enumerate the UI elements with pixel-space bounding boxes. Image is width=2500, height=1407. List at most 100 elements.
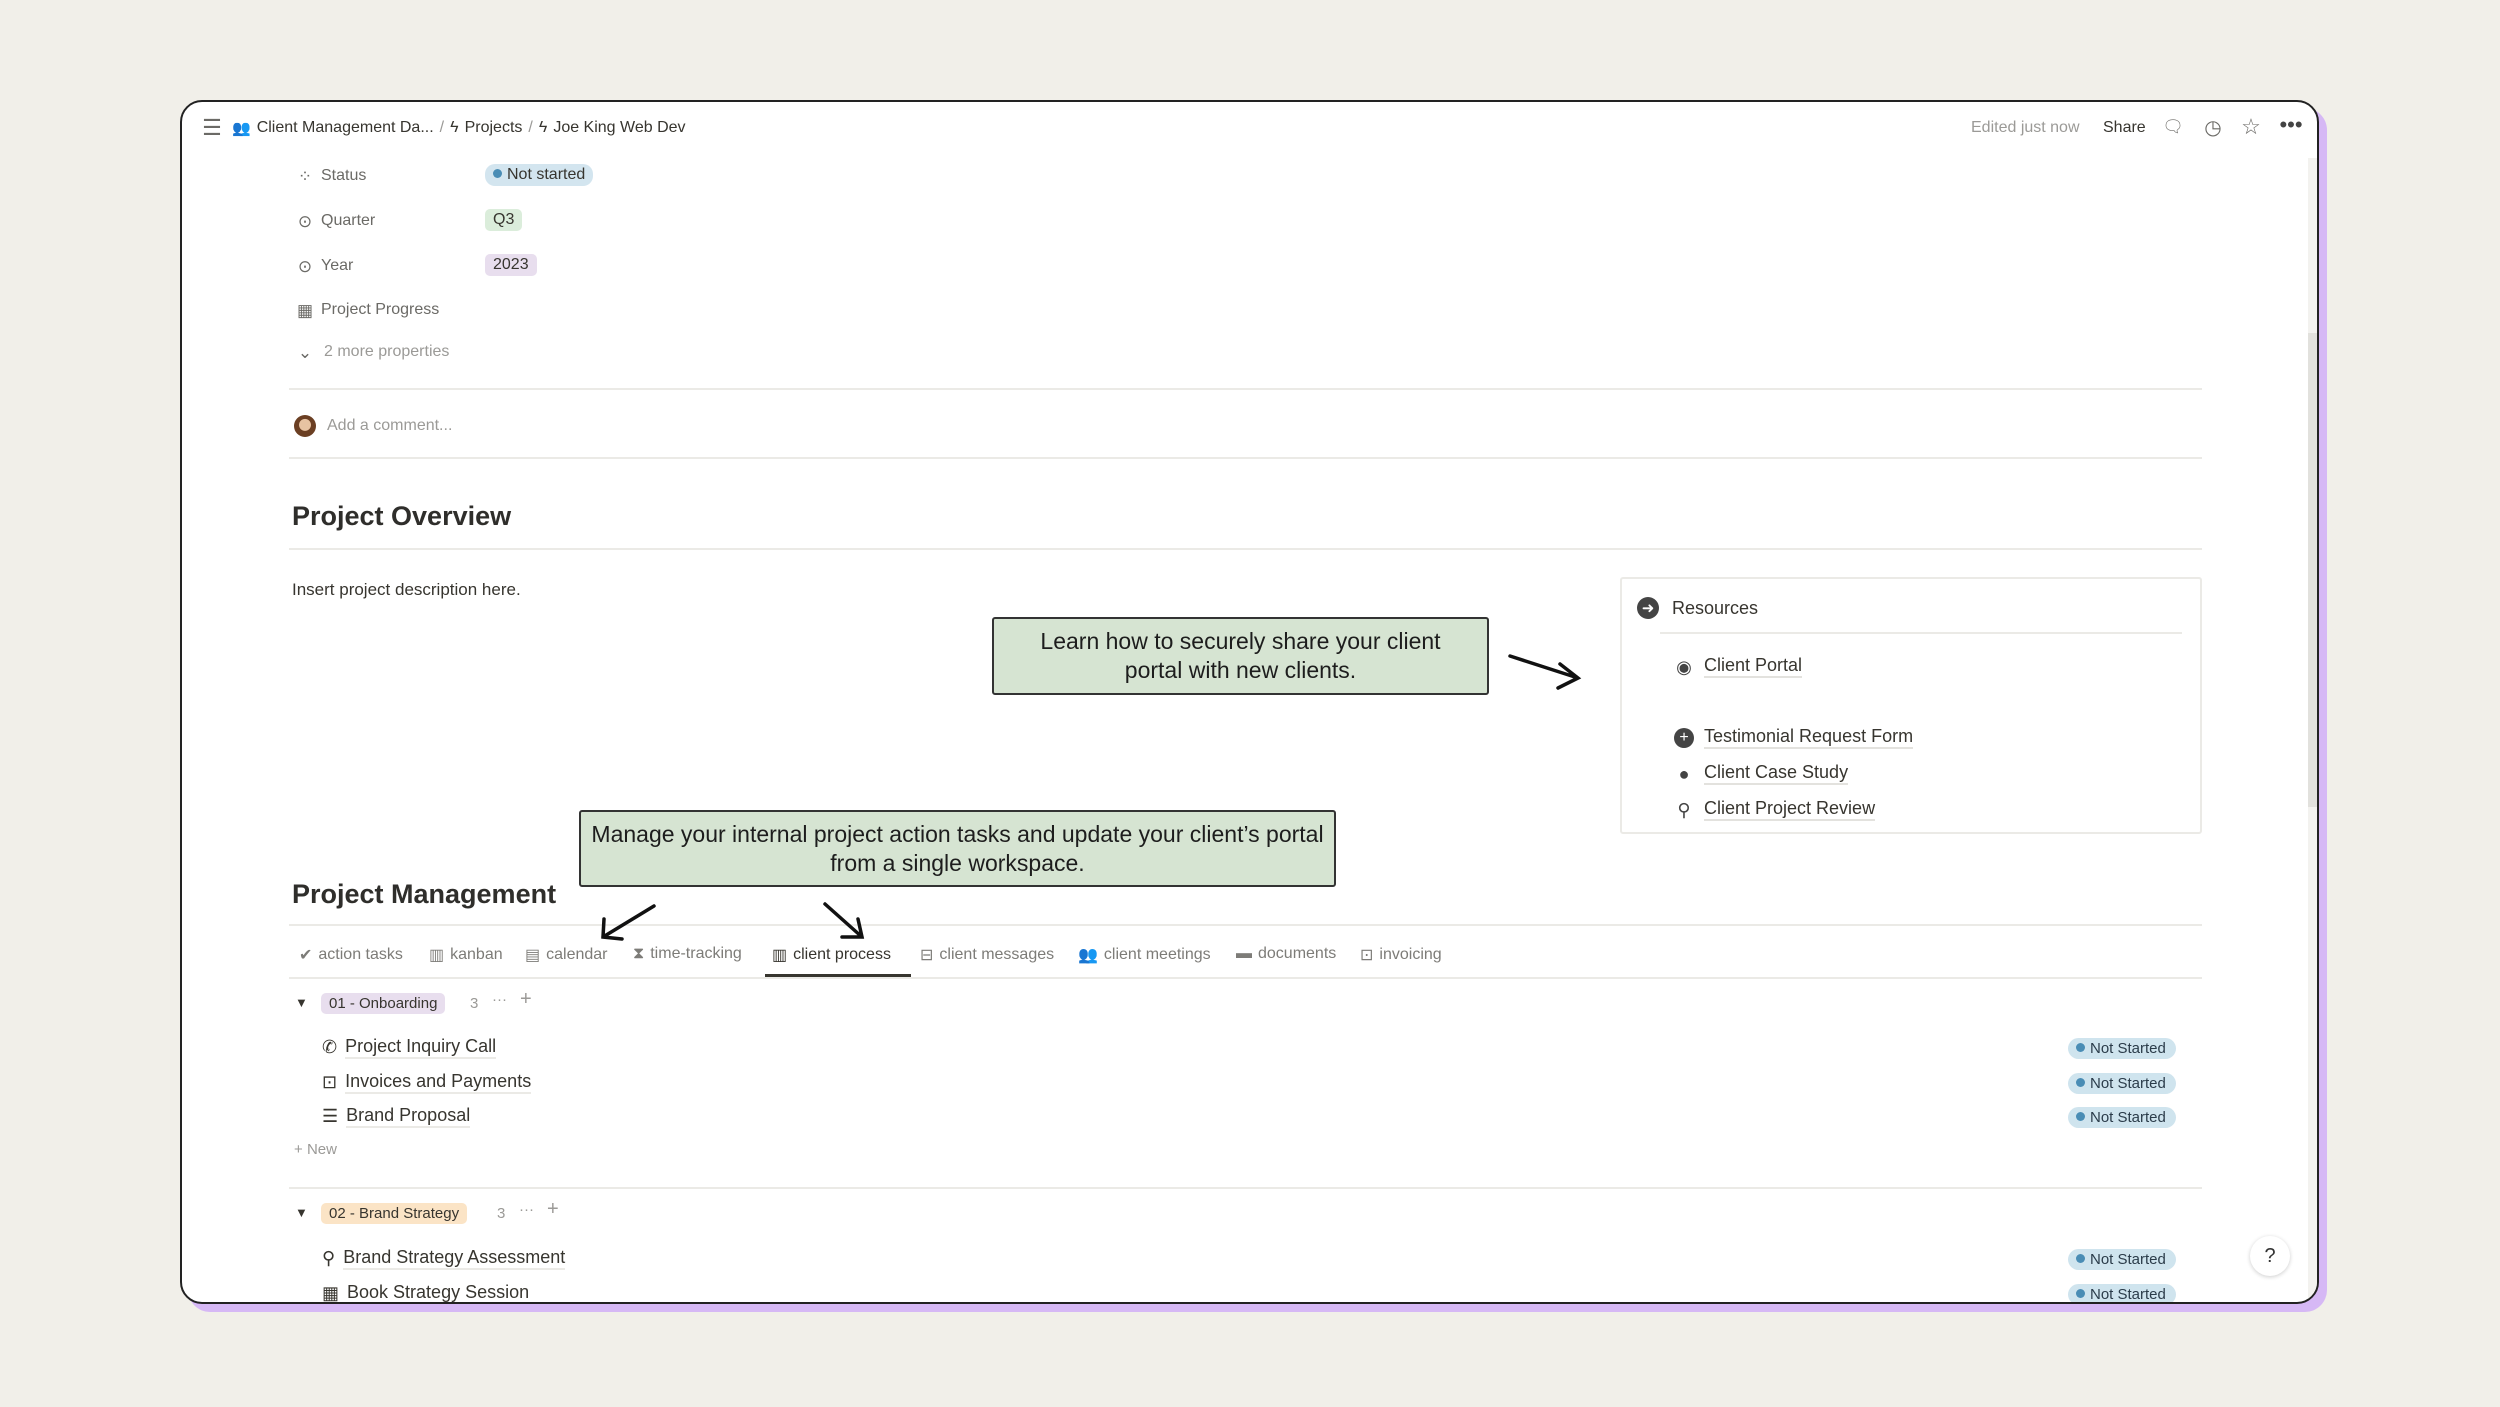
status-text: Not Started xyxy=(2090,1075,2166,1092)
tab-label: invoicing xyxy=(1379,946,1442,963)
tab-label: client meetings xyxy=(1103,946,1211,963)
divider xyxy=(289,457,2202,459)
list-item[interactable]: ▦ Book Strategy Session xyxy=(322,1282,529,1303)
item-title: Brand Strategy Assessment xyxy=(343,1247,566,1270)
hourglass-icon: ⧗ xyxy=(633,945,645,962)
group-label: 01 - Onboarding xyxy=(321,993,446,1014)
comments-icon[interactable]: 🗨 xyxy=(2161,115,2185,139)
tab-invoicing[interactable]: ⊡ invoicing xyxy=(1360,945,1442,965)
breadcrumb-item[interactable]: Projects xyxy=(465,119,523,137)
scrollbar-thumb[interactable] xyxy=(2308,333,2317,807)
list-item[interactable]: ✆ Project Inquiry Call xyxy=(322,1036,497,1059)
comment-input[interactable]: Add a comment... xyxy=(327,417,452,435)
tab-label: client messages xyxy=(939,946,1055,963)
divider xyxy=(289,548,2202,550)
property-label: Project Progress xyxy=(321,301,440,318)
project-description[interactable]: Insert project description here. xyxy=(292,580,521,600)
history-icon[interactable]: ◷ xyxy=(2201,115,2225,139)
list-item[interactable]: ⚲ Brand Strategy Assessment xyxy=(322,1247,566,1270)
more-properties-toggle[interactable]: 2 more properties xyxy=(324,343,449,361)
callout-text: Learn how to securely share your client … xyxy=(1040,628,1441,683)
item-title: Book Strategy Session xyxy=(347,1282,529,1302)
tab-time-tracking[interactable]: ⧗ time-tracking xyxy=(633,945,742,963)
resource-link[interactable]: Testimonial Request Form xyxy=(1704,726,1914,749)
divider xyxy=(289,1187,2202,1189)
property-label: Quarter xyxy=(321,212,376,229)
user-filled-icon: ● xyxy=(1678,763,1690,784)
tab-client-process[interactable]: ▥ client process xyxy=(772,945,891,965)
check-circle-icon: ✔ xyxy=(299,947,313,964)
books-icon: ▥ xyxy=(772,947,788,964)
tab-label: documents xyxy=(1258,945,1337,962)
arrow-icon xyxy=(1508,654,1582,690)
status-text: Not Started xyxy=(2090,1286,2166,1303)
tab-action-tasks[interactable]: ✔ action tasks xyxy=(299,945,403,965)
inbox-icon: ⊟ xyxy=(920,947,934,964)
new-item-button[interactable]: + New xyxy=(294,1141,337,1158)
more-icon[interactable]: ··· xyxy=(519,1201,534,1218)
arrow-right-circle-icon: ➜ xyxy=(1637,597,1659,619)
status-badge[interactable]: Not Started xyxy=(2068,1038,2176,1059)
board-icon: ▥ xyxy=(429,947,445,964)
search-icon: ⚲ xyxy=(1677,799,1691,820)
more-icon[interactable]: ··· xyxy=(492,991,507,1008)
tab-client-meetings[interactable]: 👥 client meetings xyxy=(1078,945,1211,965)
tab-calendar[interactable]: ▤ calendar xyxy=(525,945,608,965)
callout-share-portal: Learn how to securely share your client … xyxy=(992,617,1489,695)
breadcrumb-item[interactable]: Client Management Da... xyxy=(257,119,434,137)
select-icon: ⊙ xyxy=(297,212,313,231)
money-icon: ⊡ xyxy=(322,1072,338,1092)
breadcrumb-item[interactable]: Joe King Web Dev xyxy=(553,119,685,137)
money-icon: ⊡ xyxy=(1360,947,1374,964)
chevron-down-icon: ⌄ xyxy=(297,343,313,362)
divider xyxy=(289,977,2202,979)
calendar-icon: ▤ xyxy=(525,947,541,964)
status-badge[interactable]: Not Started xyxy=(2068,1107,2176,1128)
group-count: 3 xyxy=(470,995,479,1012)
list-item[interactable]: ☰ Brand Proposal xyxy=(322,1105,471,1128)
tab-client-messages[interactable]: ⊟ client messages xyxy=(920,945,1054,965)
resource-link[interactable]: Client Case Study xyxy=(1704,762,1849,785)
status-text: Not Started xyxy=(2090,1109,2166,1126)
plus-icon[interactable]: + xyxy=(520,988,532,1011)
resource-link[interactable]: Client Project Review xyxy=(1704,798,1876,821)
breadcrumb: 👥 Client Management Da... / ϟ Projects /… xyxy=(232,119,686,137)
calendar-icon: ▦ xyxy=(322,1283,340,1303)
tab-kanban[interactable]: ▥ kanban xyxy=(429,945,503,965)
search-icon: ⚲ xyxy=(322,1248,336,1268)
collapse-triangle-icon[interactable]: ▼ xyxy=(295,1205,308,1220)
year-value[interactable]: 2023 xyxy=(485,254,537,276)
tab-label: calendar xyxy=(546,946,608,963)
more-icon[interactable]: ••• xyxy=(2279,112,2303,137)
status-badge[interactable]: Not Started xyxy=(2068,1073,2176,1094)
menu-icon[interactable]: ☰ xyxy=(200,115,224,140)
arrows-icon xyxy=(601,902,865,941)
status-text: Not Started xyxy=(2090,1040,2166,1057)
avatar xyxy=(294,415,316,437)
status-badge[interactable]: Not Started xyxy=(2068,1284,2176,1303)
breadcrumb-separator: / xyxy=(439,119,445,136)
property-label: Year xyxy=(321,257,354,274)
scrollbar-track[interactable] xyxy=(2308,158,2317,1302)
list-item[interactable]: ⊡ Invoices and Payments xyxy=(322,1071,532,1094)
share-button[interactable]: Share xyxy=(2103,119,2146,137)
new-label: New xyxy=(306,1141,337,1158)
status-value[interactable]: Not started xyxy=(485,164,594,186)
tab-documents[interactable]: ▬ documents xyxy=(1236,945,1336,963)
plus-icon: + xyxy=(294,1141,307,1158)
star-icon[interactable]: ☆ xyxy=(2239,114,2263,139)
collapse-triangle-icon[interactable]: ▼ xyxy=(295,995,308,1010)
edited-status: Edited just now xyxy=(1971,119,2080,136)
phone-icon: ✆ xyxy=(322,1037,338,1057)
plus-icon[interactable]: + xyxy=(547,1198,559,1221)
help-button[interactable]: ? xyxy=(2250,1236,2290,1276)
resource-link[interactable]: Client Portal xyxy=(1704,655,1803,678)
tab-label: time-tracking xyxy=(650,945,742,962)
quarter-value[interactable]: Q3 xyxy=(485,209,523,231)
chat-plus-icon: + xyxy=(1674,728,1694,748)
property-label: Status xyxy=(321,167,367,184)
status-badge[interactable]: Not Started xyxy=(2068,1249,2176,1270)
tab-label: action tasks xyxy=(318,946,403,963)
app-window: ☰ 👥 Client Management Da... / ϟ Projects… xyxy=(180,100,2319,1304)
bolt-icon: ϟ xyxy=(450,119,459,136)
